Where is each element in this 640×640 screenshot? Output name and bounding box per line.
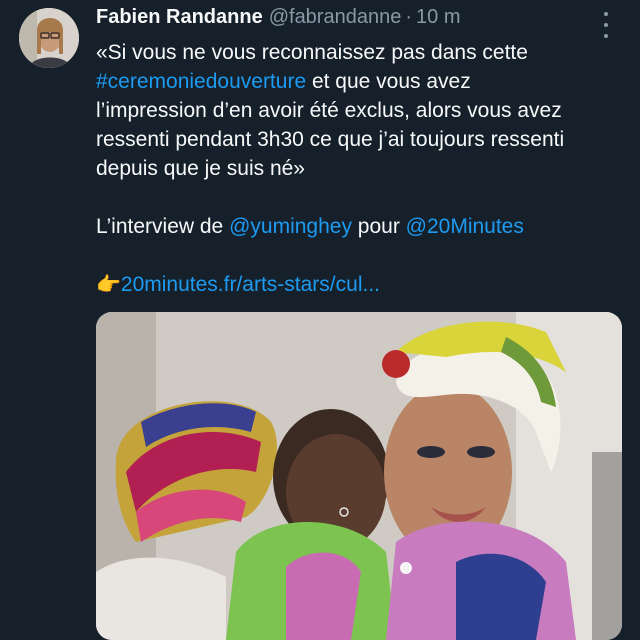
tweet-timestamp[interactable]: 10 m bbox=[416, 6, 460, 29]
article-link[interactable]: 20minutes.fr/arts-stars/cul... bbox=[121, 273, 380, 296]
tweet-text-line: depuis que je suis né» bbox=[96, 157, 305, 180]
author-handle[interactable]: @fabrandanne bbox=[269, 6, 402, 29]
header-separator: · bbox=[405, 6, 413, 28]
photo-illustration bbox=[96, 312, 622, 640]
tweet-text: «Si vous ne vous reconnaissez pas dans c… bbox=[96, 38, 626, 300]
tweet-text-line: #ceremoniedouverture et que vous avez bbox=[96, 67, 626, 96]
text-fragment: et que vous avez bbox=[306, 70, 471, 93]
tweet-header: Fabien Randanne @fabrandanne · 10 m bbox=[96, 6, 460, 34]
pointing-hand-icon: 👉 bbox=[96, 274, 121, 296]
tweet-text-line: l’impression d’en avoir été exclus, alor… bbox=[96, 99, 562, 122]
author-name[interactable]: Fabien Randanne bbox=[96, 6, 263, 29]
author-avatar[interactable] bbox=[19, 8, 79, 68]
tweet-text-line: 👉20minutes.fr/arts-stars/cul... bbox=[96, 270, 626, 300]
hashtag-link[interactable]: #ceremoniedouverture bbox=[96, 70, 306, 93]
more-options-icon[interactable] bbox=[598, 12, 614, 38]
tweet-text-line: ressenti pendant 3h30 ce que j’ai toujou… bbox=[96, 128, 565, 151]
tweet-text-line: L’interview de @yuminghey pour @20Minute… bbox=[96, 212, 626, 241]
text-fragment: L’interview de bbox=[96, 215, 230, 238]
avatar-image bbox=[19, 8, 79, 68]
text-fragment: pour bbox=[351, 215, 406, 238]
mention-link-yuminghey[interactable]: @yuminghey bbox=[229, 215, 352, 238]
mention-link-20minutes[interactable]: @20Minutes bbox=[406, 215, 524, 238]
tweet-text-line: «Si vous ne vous reconnaissez pas dans c… bbox=[96, 41, 528, 64]
tweet-media-image[interactable] bbox=[96, 312, 622, 640]
more-dot bbox=[604, 23, 608, 27]
more-dot bbox=[604, 12, 608, 16]
